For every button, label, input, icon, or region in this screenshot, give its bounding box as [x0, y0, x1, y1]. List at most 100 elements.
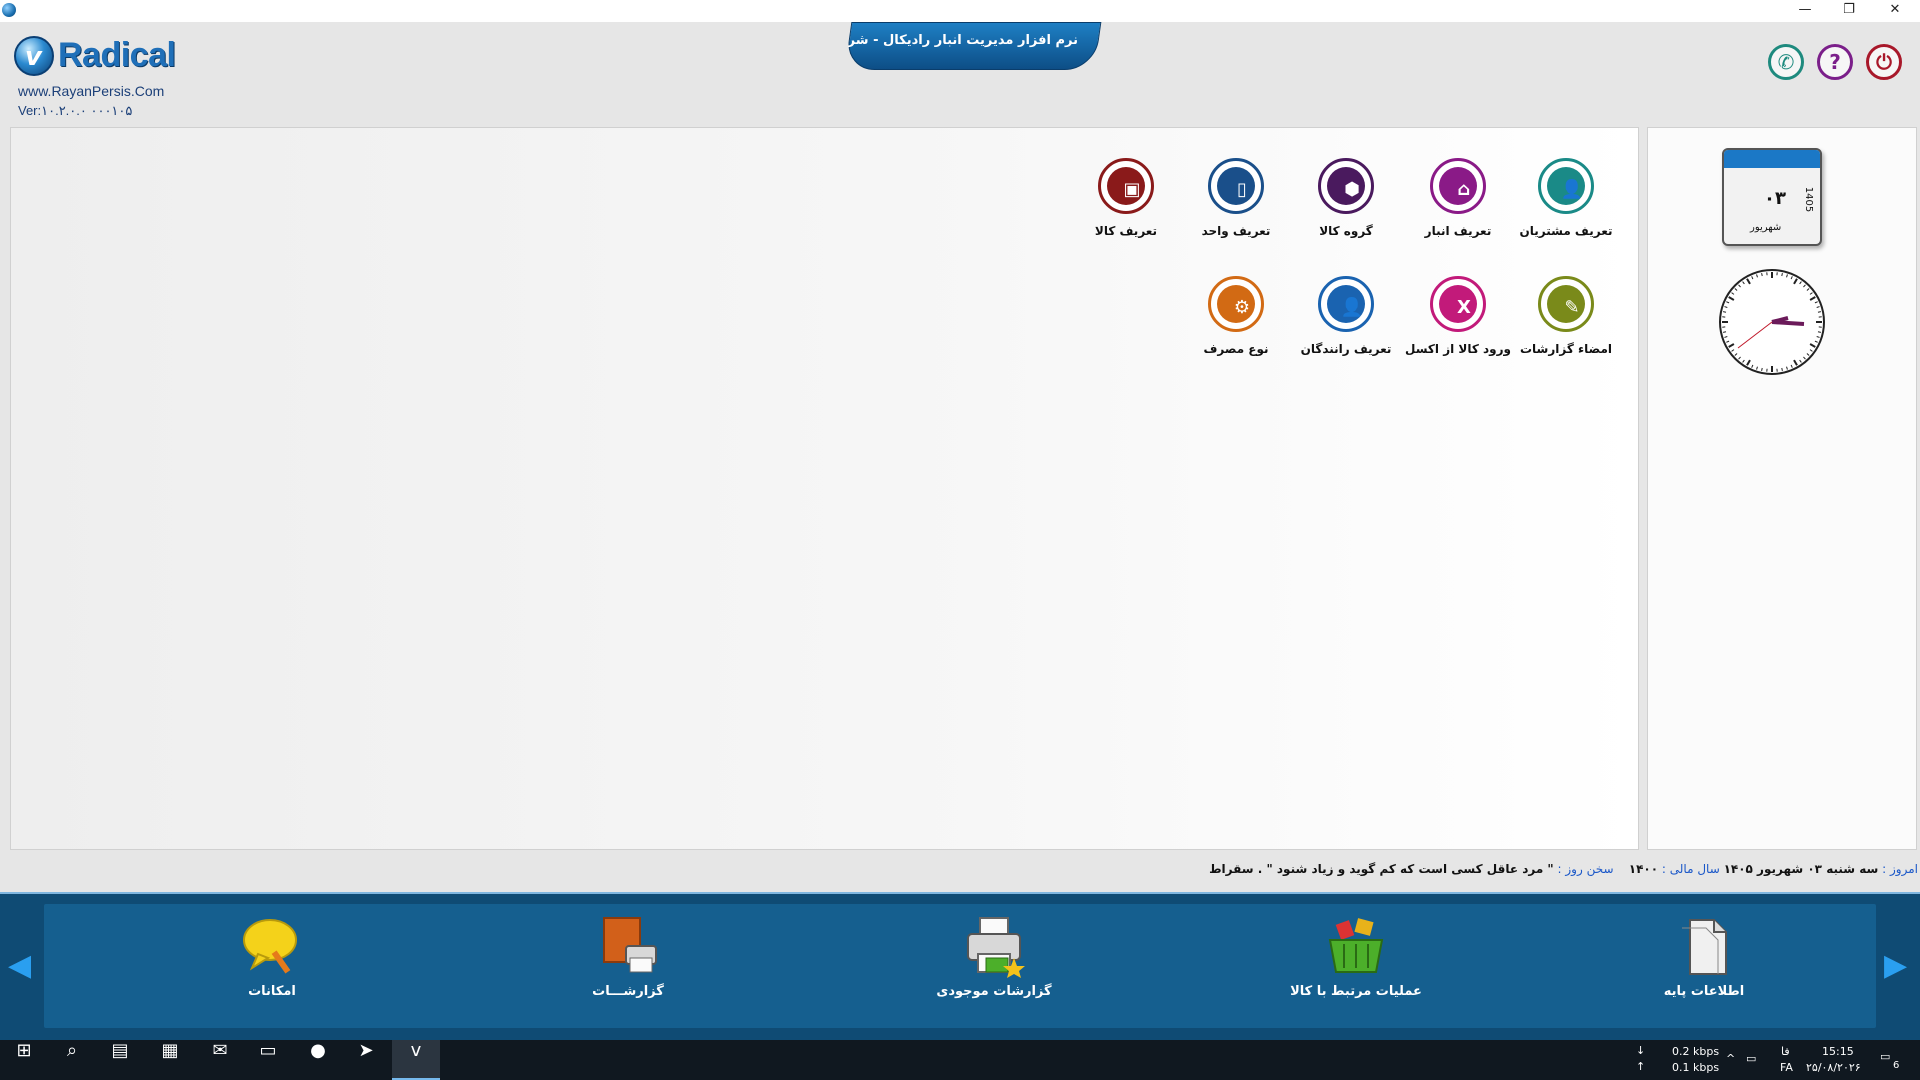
- nav-base-info-label: اطلاعات پایه: [1663, 984, 1745, 999]
- radical-app-taskbar-icon[interactable]: v: [392, 1040, 440, 1080]
- net-speed-down: 0.2 kbps: [1672, 1045, 1720, 1058]
- start-button-icon[interactable]: ⊞: [0, 1040, 48, 1080]
- clock-time[interactable]: 15:15: [1822, 1045, 1854, 1058]
- clock-date[interactable]: ۲۵/۰۸/۲۰۲۶: [1806, 1061, 1861, 1074]
- shortcut-driver[interactable]: 👤 تعریف رانندگان: [1286, 276, 1406, 376]
- nav-inventory-reports-label: گزارشات موجودی: [936, 984, 1052, 999]
- notification-icon[interactable]: ▭: [1880, 1050, 1890, 1063]
- excel-import-icon: X: [1430, 276, 1486, 332]
- nav-reports[interactable]: گزارشـــات: [538, 914, 718, 1014]
- analog-clock-icon: [1719, 269, 1825, 375]
- customer-icon-glyph: 👤: [1560, 179, 1584, 200]
- bulb-icon: [243, 919, 297, 974]
- clock-tick: [1761, 272, 1763, 277]
- product-icon: ▣: [1098, 158, 1154, 214]
- windows-taskbar: ⊞ ⌕ ▤ ▦ ✉ ▭ ● ➤ v ↓ ↑ 0.2 kbps 0.1 kbps …: [0, 1040, 1920, 1080]
- shortcut-label: امضاء گزارشات: [1519, 342, 1612, 356]
- shortcut-unit[interactable]: ▯ تعریف واحد: [1176, 158, 1296, 258]
- task-view-icon[interactable]: ▤: [96, 1040, 144, 1080]
- excel-import-icon-glyph: X: [1457, 297, 1471, 318]
- shortcut-warehouse[interactable]: ⌂ تعریف انبار: [1398, 158, 1518, 258]
- app-title: نرم افزار مدیریت انبار رادیکال - شرکت: [848, 33, 1078, 48]
- fiscal-value: ۱۴۰۰: [1628, 862, 1659, 876]
- version-text: Ver:۱۰.۲.۰.۰ ۰۰۰۱۰۵: [18, 103, 133, 118]
- shortcut-signature[interactable]: ✎ امضاء گزارشات: [1506, 276, 1626, 376]
- warehouse-icon: ⌂: [1430, 158, 1486, 214]
- telegram-icon[interactable]: ➤: [342, 1040, 390, 1080]
- clock-tick: [1817, 311, 1822, 313]
- base-info-icon: [1682, 919, 1727, 975]
- radical-logo: v Radical: [14, 36, 184, 76]
- nav-inventory-reports[interactable]: گزارشات موجودی: [904, 914, 1084, 1014]
- calendar-widget: ۰۳ شهریور 1405: [1722, 148, 1822, 246]
- shortcut-label: ورود کالا از اکسل: [1405, 342, 1511, 356]
- calendar-year: 1405: [1803, 186, 1815, 213]
- shortcut-label: تعریف کالا: [1094, 224, 1158, 238]
- title-bar: — ❐ ✕: [0, 0, 1920, 22]
- nav-left-arrow-icon[interactable]: ◀: [8, 948, 34, 983]
- firefox-icon[interactable]: ●: [294, 1040, 342, 1080]
- notification-count: 6: [1893, 1060, 1900, 1071]
- report-icon: [603, 917, 657, 973]
- show-hidden-icons[interactable]: ^: [1726, 1052, 1735, 1065]
- unit-icon-glyph: ▯: [1237, 179, 1247, 200]
- status-line: امروز : سه شنبه ۰۳ شهریور ۱۴۰۵ سال مالی …: [1209, 862, 1918, 880]
- nav-product-operations-label: عملیات مرتبط با کالا: [1290, 984, 1422, 999]
- driver-icon-glyph: 👤: [1340, 297, 1364, 318]
- calendar-month: شهریور: [1750, 222, 1782, 233]
- product-group-icon-fill: ⬢: [1327, 167, 1365, 205]
- consumption-type-icon-glyph: ⚙: [1233, 297, 1251, 318]
- customer-icon-fill: 👤: [1547, 167, 1585, 205]
- nav-product-operations[interactable]: عملیات مرتبط با کالا: [1266, 914, 1446, 1014]
- shortcut-product[interactable]: ▣ تعریف کالا: [1066, 158, 1186, 258]
- nav-features-label: امکانات: [248, 984, 296, 999]
- warehouse-icon-fill: ⌂: [1439, 167, 1477, 205]
- printer-icon: [967, 917, 1025, 978]
- logo-emblem-icon: v: [14, 36, 54, 76]
- language-fa[interactable]: فا: [1781, 1045, 1790, 1058]
- shortcut-label: تعریف رانندگان: [1300, 342, 1392, 356]
- shortcut-consumption-type[interactable]: ⚙ نوع مصرف: [1176, 276, 1296, 376]
- consumption-type-icon-fill: ⚙: [1217, 285, 1255, 323]
- network-icon[interactable]: ▭: [1746, 1052, 1756, 1065]
- nav-reports-label: گزارشـــات: [592, 984, 664, 999]
- phone-icon[interactable]: ✆: [1768, 44, 1804, 80]
- calendar-top: [1724, 150, 1820, 168]
- search-icon[interactable]: ⌕: [48, 1040, 96, 1080]
- product-icon-fill: ▣: [1107, 167, 1145, 205]
- shortcut-customer[interactable]: 👤 تعریف مشتریان: [1506, 158, 1626, 258]
- quote-label: سخن روز :: [1557, 862, 1614, 876]
- today-label: امروز :: [1882, 862, 1918, 876]
- logo-text: Radical: [58, 36, 176, 74]
- help-icon[interactable]: ?: [1817, 44, 1853, 80]
- signature-icon-glyph: ✎: [1564, 297, 1580, 318]
- consumption-type-icon: ⚙: [1208, 276, 1264, 332]
- shortcut-label: تعریف مشتریان: [1519, 224, 1613, 238]
- signature-icon-fill: ✎: [1547, 285, 1585, 323]
- mail-icon[interactable]: ✉: [196, 1040, 244, 1080]
- signature-icon: ✎: [1538, 276, 1594, 332]
- shortcut-excel-import[interactable]: X ورود کالا از اکسل: [1398, 276, 1518, 376]
- clock-tick: [1817, 331, 1822, 333]
- exit-icon[interactable]: ⏻: [1866, 44, 1902, 80]
- nav-right-arrow-icon[interactable]: ▶: [1884, 948, 1910, 983]
- file-explorer-icon[interactable]: ▭: [244, 1040, 292, 1080]
- product-group-icon-glyph: ⬢: [1344, 179, 1360, 200]
- customer-icon: 👤: [1538, 158, 1594, 214]
- upload-arrow-icon: ↑: [1636, 1060, 1646, 1073]
- minimize-button[interactable]: —: [1782, 0, 1828, 22]
- quote-value: " مرد عاقل کسی است که کم گوید و زیاد شنو…: [1209, 862, 1554, 876]
- clock-tick: [1781, 367, 1783, 372]
- driver-icon-fill: 👤: [1327, 285, 1365, 323]
- warehouse-icon-glyph: ⌂: [1457, 179, 1471, 200]
- language-code[interactable]: FA: [1780, 1061, 1793, 1074]
- maximize-button[interactable]: ❐: [1826, 0, 1872, 22]
- store-icon[interactable]: ▦: [146, 1040, 194, 1080]
- excel-import-icon-fill: X: [1439, 285, 1477, 323]
- close-button[interactable]: ✕: [1872, 0, 1918, 22]
- nav-base-info[interactable]: اطلاعات پایه: [1614, 914, 1794, 1014]
- net-speed-up: 0.1 kbps: [1672, 1061, 1720, 1074]
- nav-features[interactable]: امکانات: [182, 914, 362, 1014]
- clock-tick: [1761, 367, 1763, 372]
- shortcut-product-group[interactable]: ⬢ گروه کالا: [1286, 158, 1406, 258]
